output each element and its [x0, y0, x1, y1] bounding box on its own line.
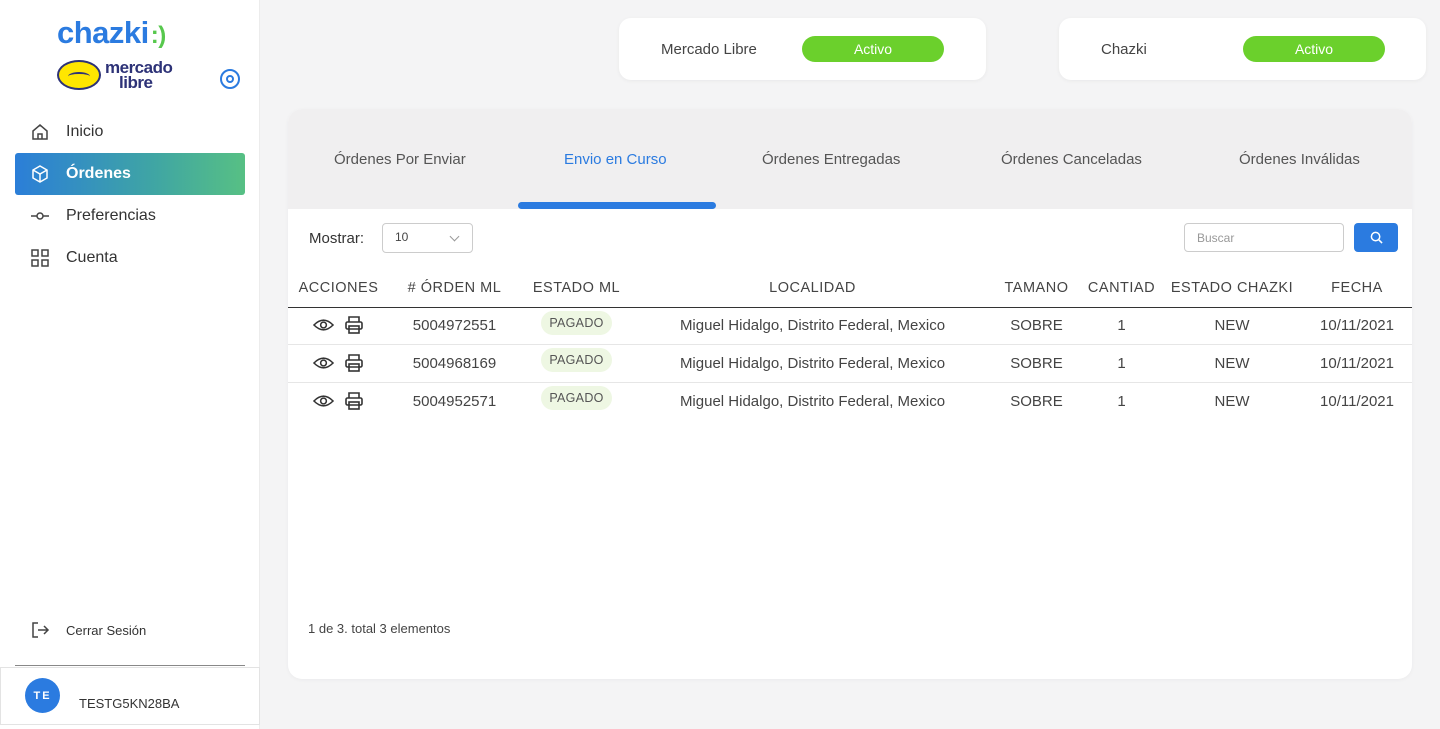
orders-table: ACCIONES # ÓRDEN ML ESTADO ML LOCALIDAD …	[288, 270, 1412, 420]
tab-bar: Órdenes Por Enviar Envio en Curso Órdene…	[288, 109, 1412, 209]
estado-chazki: NEW	[1214, 392, 1250, 410]
sidebar-item-ordenes[interactable]: Órdenes	[15, 153, 245, 195]
sidebar-item-preferencias[interactable]: Preferencias	[15, 195, 245, 237]
status-badge: Activo	[1243, 36, 1385, 62]
column-header: TAMANO	[992, 270, 1081, 308]
sidebar-item-label: Preferencias	[66, 207, 156, 224]
avatar: TE	[25, 678, 60, 713]
column-header: FECHA	[1302, 270, 1412, 308]
sidebar: chazki:) mercado libre Inicio Órdenes Pre…	[0, 0, 260, 729]
sidebar-item-label: Órdenes	[66, 165, 131, 182]
estado-chazki: NEW	[1162, 307, 1302, 345]
eye-icon[interactable]	[313, 318, 334, 332]
search-input[interactable]	[1184, 223, 1344, 252]
chazki-logo: chazki:)	[57, 15, 166, 50]
status-badge: Activo	[802, 36, 944, 62]
tab-envio-en-curso[interactable]: Envio en Curso	[564, 151, 667, 168]
localidad: Miguel Hidalgo, Distrito Federal, Mexico	[633, 307, 992, 345]
column-header: CANTIAD	[1081, 270, 1162, 308]
logout-icon	[30, 620, 50, 640]
search-button[interactable]	[1354, 223, 1398, 252]
table-row: 5004968169 PAGADO Miguel Hidalgo, Distri…	[288, 344, 1412, 383]
tamano: SOBRE	[992, 344, 1081, 383]
sidebar-item-label: Cuenta	[66, 249, 118, 266]
status-card-chazki: Chazki Activo	[1059, 18, 1426, 80]
user-panel[interactable]: TE TESTG5KN28BA	[0, 667, 260, 725]
eye-icon[interactable]	[313, 356, 334, 370]
orders-panel: Órdenes Por Enviar Envio en Curso Órdene…	[288, 109, 1412, 679]
page-size-label: Mostrar:	[309, 230, 365, 247]
fecha: 10/11/2021	[1320, 392, 1394, 410]
print-icon[interactable]	[344, 353, 364, 373]
tab-invalidas[interactable]: Órdenes Inválidas	[1239, 151, 1360, 168]
print-icon[interactable]	[344, 315, 364, 335]
sidebar-item-cuenta[interactable]: Cuenta	[15, 237, 245, 279]
grid-icon	[30, 248, 50, 268]
handshake-icon	[57, 60, 101, 90]
column-header: ESTADO ML	[520, 270, 633, 308]
localidad: Miguel Hidalgo, Distrito Federal, Mexico	[679, 392, 946, 410]
status-label: Chazki	[1101, 41, 1147, 58]
active-tab-indicator	[518, 202, 716, 209]
status-badge: PAGADO	[541, 386, 612, 410]
home-icon	[30, 122, 50, 142]
fecha: 10/11/2021	[1302, 307, 1412, 345]
commit-icon	[30, 206, 50, 226]
mercado-libre-logo: mercado libre	[57, 59, 173, 92]
fecha: 10/11/2021	[1302, 344, 1412, 383]
eye-icon[interactable]	[313, 394, 334, 408]
cantidad: 1	[1081, 307, 1162, 345]
sidebar-nav: Inicio Órdenes Preferencias Cuenta	[15, 111, 245, 279]
sidebar-item-inicio[interactable]: Inicio	[15, 111, 245, 153]
table-row: 5004972551 PAGADO Miguel Hidalgo, Distri…	[288, 307, 1412, 345]
status-badge: PAGADO	[541, 348, 612, 373]
order-number: 5004968169	[389, 344, 520, 383]
table-row: 5004952571 PAGADO Miguel Hidalgo, Distri…	[288, 382, 1412, 420]
estado-chazki: NEW	[1162, 344, 1302, 383]
column-header: LOCALIDAD	[633, 270, 992, 308]
localidad: Miguel Hidalgo, Distrito Federal, Mexico	[633, 344, 992, 383]
table-header: ACCIONES # ÓRDEN ML ESTADO ML LOCALIDAD …	[288, 270, 1412, 308]
box-icon	[30, 164, 50, 184]
page-size-value: 10	[395, 230, 409, 244]
target-icon[interactable]	[220, 69, 240, 89]
order-number: 5004952571	[412, 392, 497, 410]
chevron-down-icon	[449, 231, 460, 242]
status-badge: PAGADO	[541, 310, 612, 335]
tamano: SOBRE	[992, 307, 1081, 345]
logout-button[interactable]: Cerrar Sesión	[30, 620, 146, 640]
cantidad: 1	[1117, 392, 1126, 410]
divider	[15, 665, 245, 666]
page-size-select[interactable]: 10	[382, 223, 473, 253]
search-icon	[1370, 231, 1383, 244]
logout-label: Cerrar Sesión	[66, 622, 147, 638]
tab-por-enviar[interactable]: Órdenes Por Enviar	[334, 151, 466, 168]
print-icon[interactable]	[344, 391, 364, 411]
user-name: TESTG5KN28BA	[79, 696, 180, 711]
status-card-mercado-libre: Mercado Libre Activo	[619, 18, 986, 80]
cantidad: 1	[1081, 344, 1162, 383]
column-header: ACCIONES	[288, 270, 389, 308]
sidebar-item-label: Inicio	[66, 123, 104, 140]
column-header: # ÓRDEN ML	[389, 270, 520, 308]
status-label: Mercado Libre	[661, 41, 757, 58]
tamano: SOBRE	[1010, 392, 1063, 410]
signal-icon: :)	[150, 22, 166, 49]
ml-logo-line2: libre	[119, 73, 153, 92]
tab-entregadas[interactable]: Órdenes Entregadas	[762, 151, 900, 168]
order-number: 5004972551	[389, 307, 520, 345]
pagination-info: 1 de 3. total 3 elementos	[308, 621, 451, 636]
column-header: ESTADO CHAZKI	[1162, 270, 1302, 308]
tab-canceladas[interactable]: Órdenes Canceladas	[1001, 151, 1142, 168]
